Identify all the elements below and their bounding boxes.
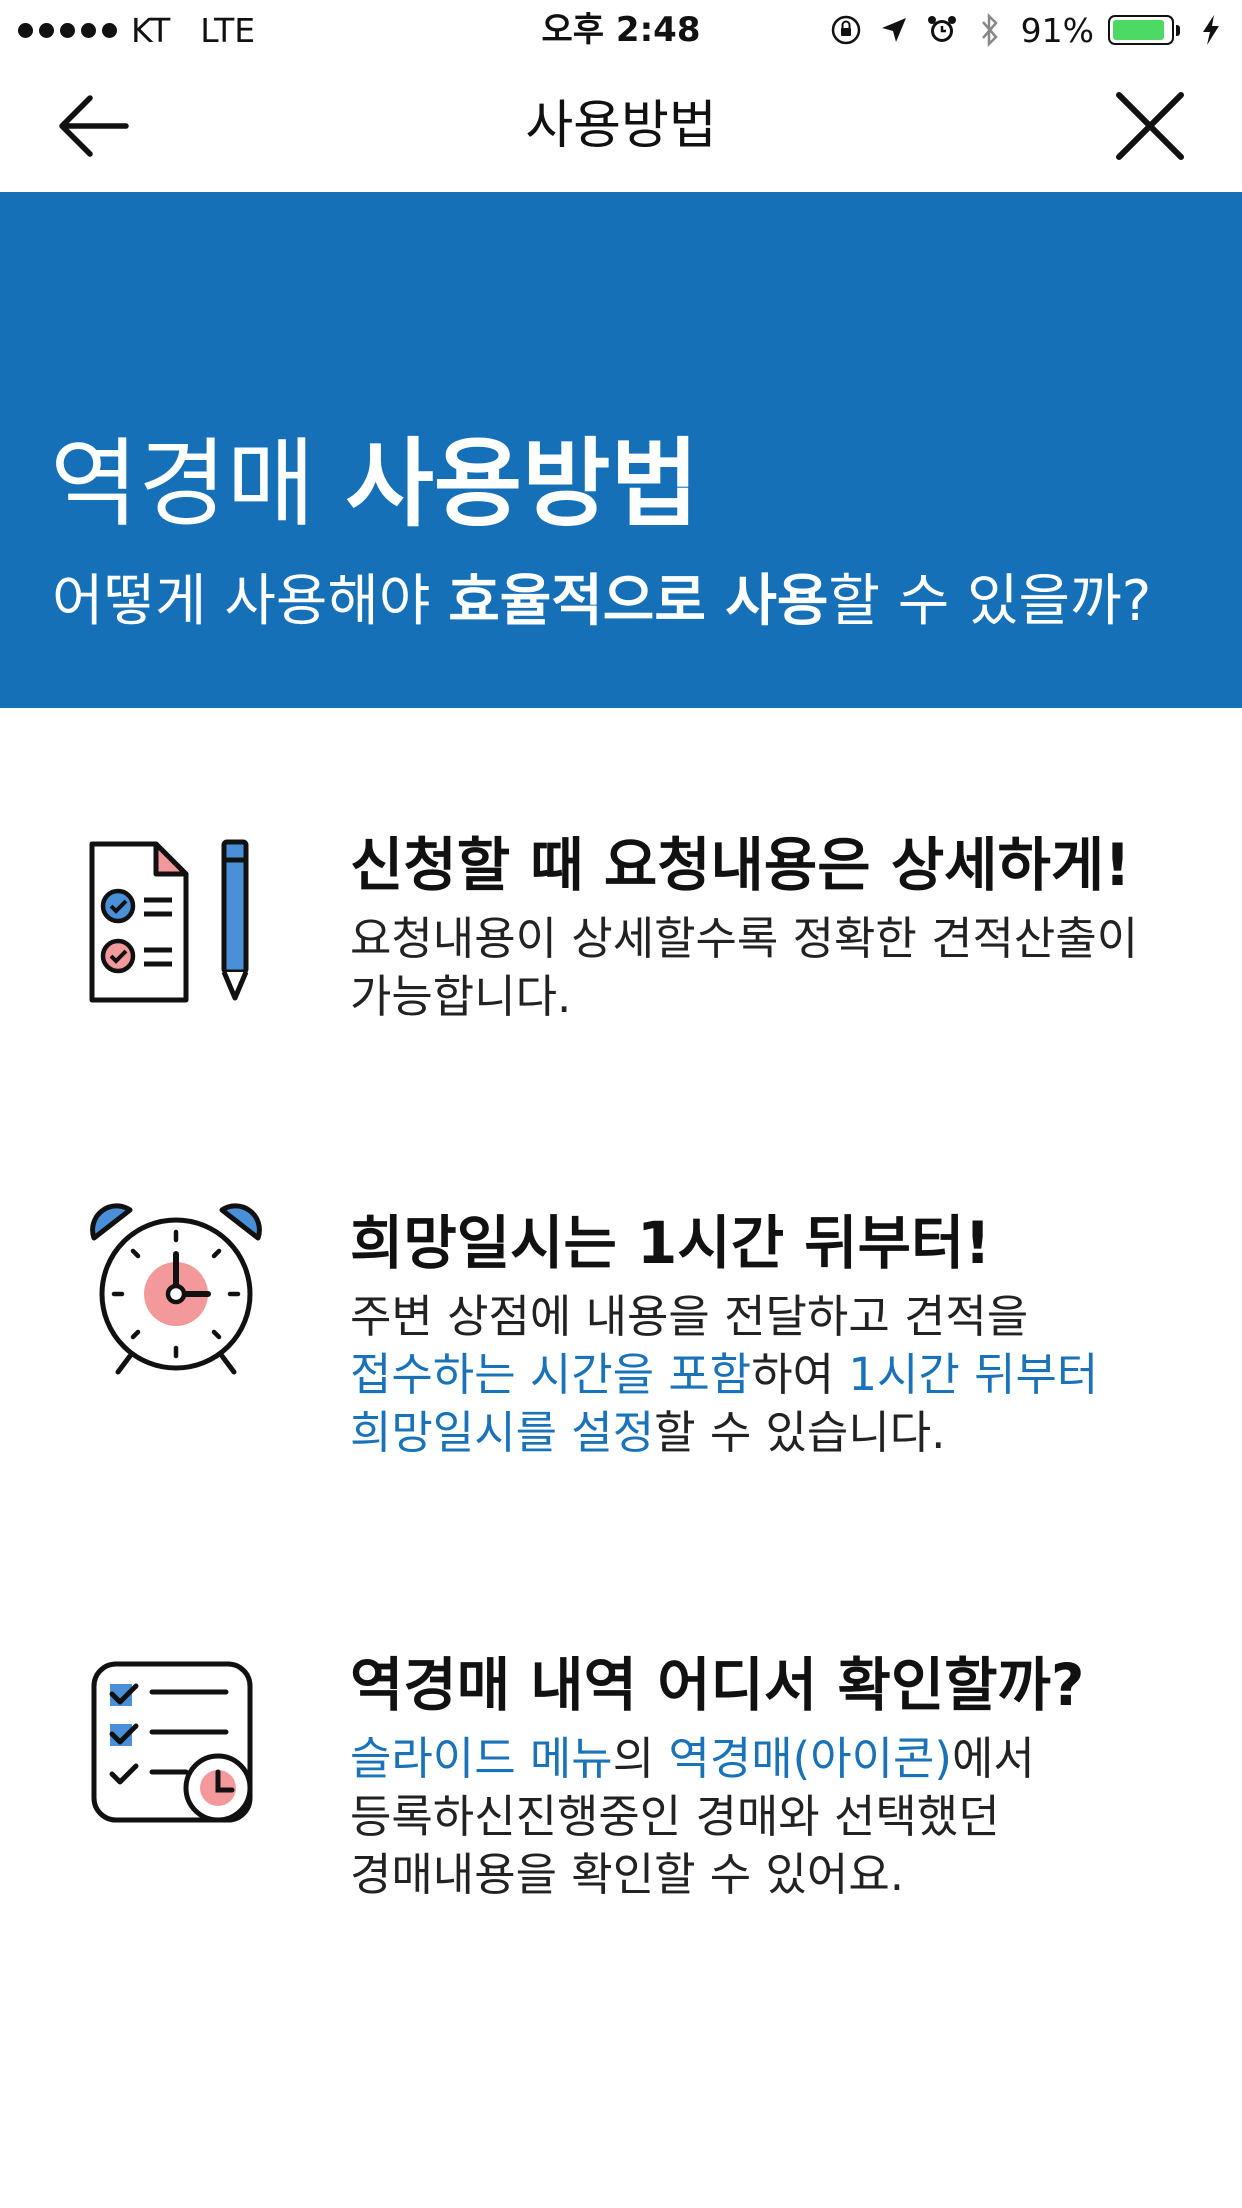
- tip-heading: 역경매 내역 어디서 확인할까?: [350, 1650, 1210, 1720]
- banner-subtitle-part1: 어떻게 사용해야: [52, 569, 449, 634]
- status-bar: KT LTE 오후 2:48 91%: [0, 0, 1242, 60]
- battery-percent: 91%: [1020, 10, 1094, 50]
- tip-body-line: 등록하신진행중인 경매와 선택했던: [350, 1790, 1000, 1843]
- body-text: 의: [612, 1732, 669, 1785]
- tip-body-line: 슬라이드 메뉴의 역경매(아이콘)에서: [350, 1730, 1210, 1788]
- banner-subtitle-bold: 효율적으로 사용: [448, 569, 829, 634]
- alarm-icon: [925, 13, 959, 47]
- tip-heading-bold: 요청내용은 상세하게!: [603, 831, 1131, 899]
- banner-subtitle-part2: 할 수 있을까?: [828, 569, 1152, 634]
- tip-body: 주변 상점에 내용을 전달하고 견적을 접수하는 시간을 포함하여 1시간 뒤부…: [350, 1288, 1210, 1462]
- tip-body-line: 가능합니다.: [350, 970, 572, 1023]
- tip-body-line: 요청내용이 상세할수록 정확한 견적산출이: [350, 912, 1139, 965]
- tip-body: 요청내용이 상세할수록 정확한 견적산출이 가능합니다.: [350, 910, 1210, 1026]
- tip-heading-light: 신청할 때: [350, 831, 604, 899]
- checklist-clock-icon: [86, 1656, 266, 1836]
- tip-body: 슬라이드 메뉴의 역경매(아이콘)에서 등록하신진행중인 경매와 선택했던 경매…: [350, 1730, 1210, 1904]
- alarm-clock-icon: [86, 1198, 266, 1378]
- banner-title-light: 역경매: [50, 428, 346, 540]
- bluetooth-icon: [973, 13, 1007, 47]
- tip-body-line: 경매내용을 확인할 수 있어요.: [350, 1848, 905, 1901]
- location-arrow-icon: [877, 13, 911, 47]
- tip-body-line: 희망일시를 설정할 수 있습니다.: [350, 1404, 1210, 1462]
- tip-section-1-text: 신청할 때 요청내용은 상세하게! 요청내용이 상세할수록 정확한 견적산출이 …: [350, 830, 1210, 1026]
- highlight-text: 1시간 뒤부터: [848, 1348, 1099, 1401]
- highlight-text: 역경매(아이콘): [668, 1732, 952, 1785]
- tip-body-line: 접수하는 시간을 포함하여 1시간 뒤부터: [350, 1346, 1210, 1404]
- body-text: 하여: [751, 1348, 849, 1401]
- document-checklist-pencil-icon: [86, 830, 266, 1010]
- charging-bolt-icon: [1194, 13, 1228, 47]
- status-right: 91%: [829, 8, 1228, 52]
- navigation-bar: 사용방법: [0, 60, 1242, 192]
- tip-heading-bold: 1시간 뒤부터!: [637, 1209, 991, 1277]
- tip-heading: 희망일시는 1시간 뒤부터!: [350, 1208, 1210, 1278]
- highlight-text: 슬라이드 메뉴: [350, 1732, 613, 1785]
- banner-subtitle: 어떻게 사용해야 효율적으로 사용할 수 있을까?: [52, 567, 1151, 637]
- body-text: 에서: [951, 1732, 1035, 1785]
- tip-heading-light: 역경매: [350, 1651, 531, 1719]
- banner-title-bold: 사용방법: [345, 428, 699, 540]
- tip-heading: 신청할 때 요청내용은 상세하게!: [350, 830, 1210, 900]
- intro-banner: 역경매 사용방법 어떻게 사용해야 효율적으로 사용할 수 있을까?: [0, 192, 1242, 708]
- body-text: 할 수 있습니다.: [654, 1406, 946, 1459]
- tip-body-line: 주변 상점에 내용을 전달하고 견적을: [350, 1290, 1029, 1343]
- highlight-text: 접수하는 시간을 포함: [350, 1348, 752, 1401]
- tip-heading-light: 희망일시는: [350, 1209, 637, 1277]
- page-title: 사용방법: [525, 96, 717, 156]
- close-button[interactable]: [1106, 82, 1194, 170]
- highlight-text: 희망일시를 설정: [350, 1406, 655, 1459]
- tip-heading-bold: 내역 어디서 확인할까?: [530, 1651, 1085, 1719]
- close-icon: [1116, 92, 1184, 160]
- battery-icon: [1108, 15, 1180, 45]
- banner-title: 역경매 사용방법: [50, 424, 699, 544]
- tip-section-3-text: 역경매 내역 어디서 확인할까? 슬라이드 메뉴의 역경매(아이콘)에서 등록하…: [350, 1650, 1210, 1904]
- rotation-lock-icon: [829, 13, 863, 47]
- tip-section-2-text: 희망일시는 1시간 뒤부터! 주변 상점에 내용을 전달하고 견적을 접수하는 …: [350, 1208, 1210, 1462]
